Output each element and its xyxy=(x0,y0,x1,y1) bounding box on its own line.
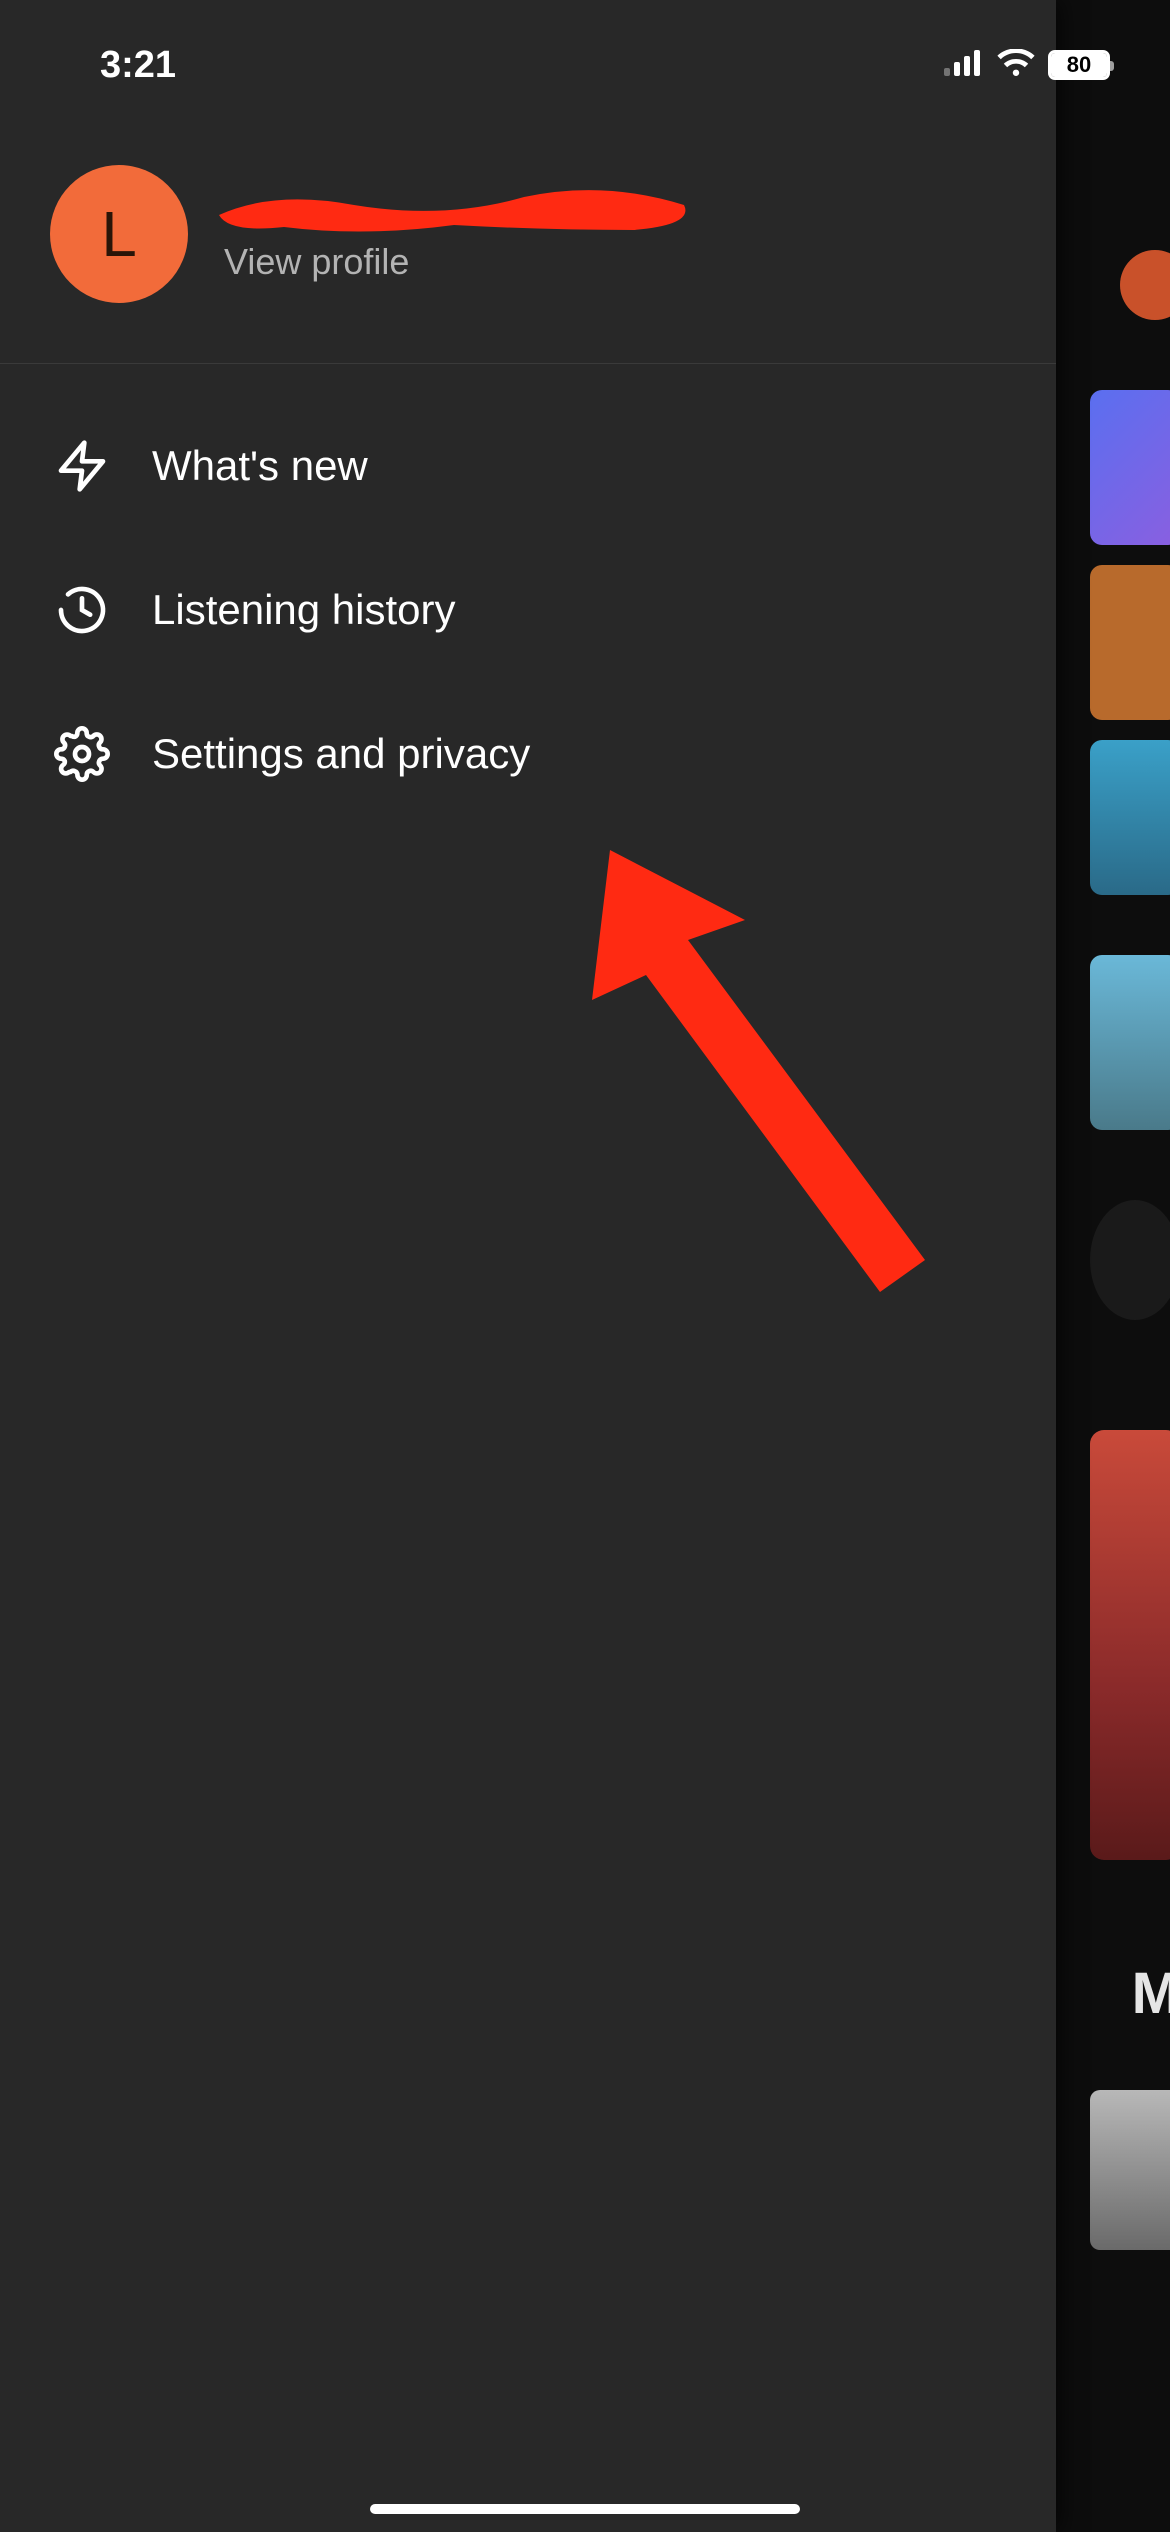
bg-heading-partial: M xyxy=(1132,1960,1170,2027)
wifi-icon xyxy=(996,49,1036,82)
history-icon xyxy=(52,580,112,640)
bg-tile xyxy=(1090,1200,1170,1320)
bg-large-card xyxy=(1090,1430,1170,1860)
bg-tile xyxy=(1090,740,1170,895)
avatar: L xyxy=(50,165,188,303)
menu-item-listening-history[interactable]: Listening history xyxy=(0,538,1056,682)
menu-item-settings-privacy[interactable]: Settings and privacy xyxy=(0,682,1056,826)
gear-icon xyxy=(52,724,112,784)
bg-tile xyxy=(1090,565,1170,720)
status-indicators: 80 xyxy=(944,49,1110,82)
status-time: 3:21 xyxy=(100,44,176,87)
home-indicator[interactable] xyxy=(370,2504,800,2514)
view-profile-label: View profile xyxy=(224,241,689,283)
profile-name-redacted xyxy=(224,185,689,235)
bg-tile xyxy=(1090,955,1170,1130)
lightning-icon xyxy=(52,436,112,496)
battery-percent: 80 xyxy=(1051,53,1107,77)
cellular-icon xyxy=(944,50,984,81)
bg-card xyxy=(1090,2090,1170,2250)
menu-label: Listening history xyxy=(152,586,456,634)
menu-item-whats-new[interactable]: What's new xyxy=(0,394,1056,538)
bg-avatar xyxy=(1120,250,1170,320)
bg-tile xyxy=(1090,390,1170,545)
profile-texts: View profile xyxy=(224,185,689,283)
status-bar: 3:21 80 xyxy=(0,0,1170,100)
menu-label: What's new xyxy=(152,442,368,490)
avatar-letter: L xyxy=(101,197,137,271)
battery-icon: 80 xyxy=(1048,50,1110,80)
menu: What's new Listening history Settings an… xyxy=(0,364,1056,856)
side-drawer: L View profile What's new xyxy=(0,0,1056,2532)
menu-label: Settings and privacy xyxy=(152,730,530,778)
